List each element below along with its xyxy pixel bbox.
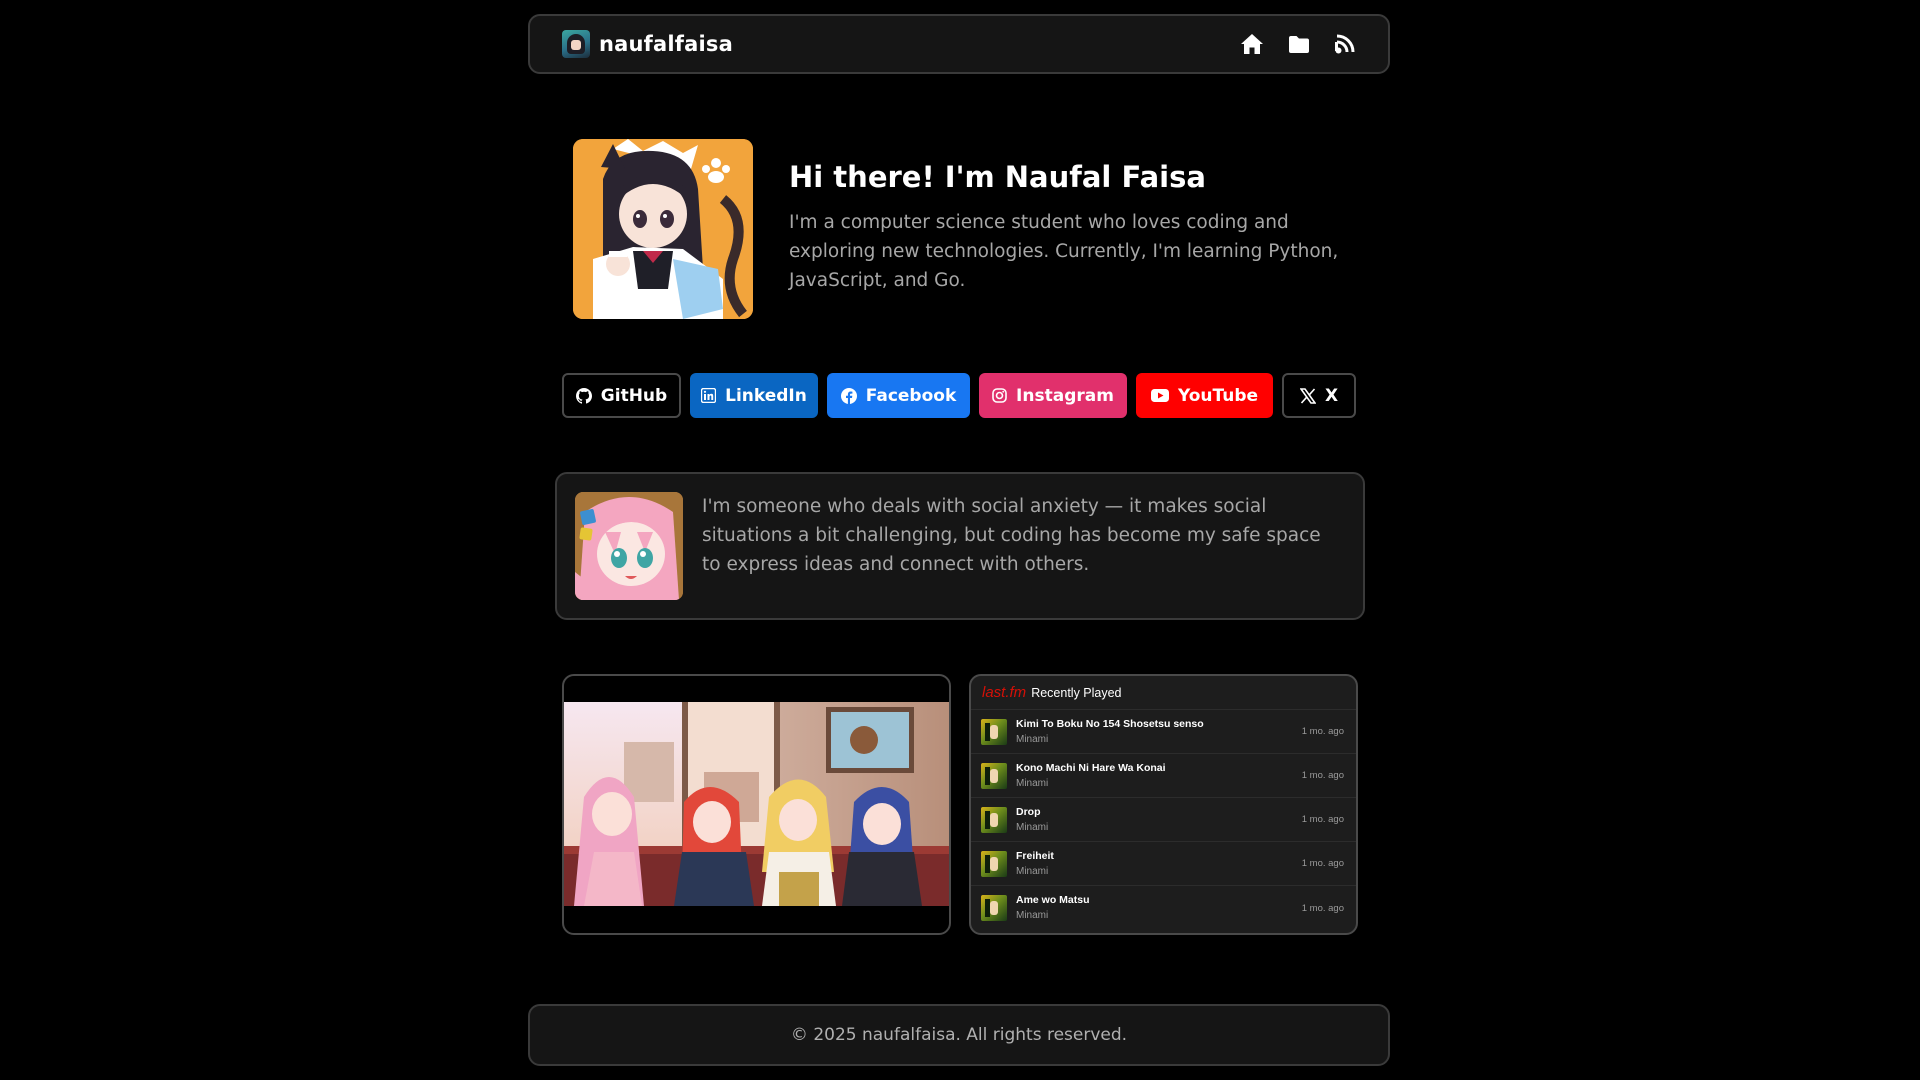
github-label: GitHub <box>600 385 668 406</box>
track-row[interactable]: Ame wo Matsu Minami 1 mo. ago <box>971 886 1356 930</box>
github-icon <box>575 387 592 404</box>
album-art <box>981 806 1007 833</box>
brand-name: naufalfaisa <box>599 32 733 56</box>
album-art <box>981 850 1007 877</box>
track-row[interactable]: Kono Machi Ni Hare Wa Konai Minami 1 mo.… <box>971 754 1356 798</box>
track-title: Drop <box>1016 805 1041 818</box>
lastfm-title: Recently Played <box>1031 685 1122 700</box>
navbar: naufalfaisa <box>528 14 1390 74</box>
linkedin-icon <box>701 388 717 403</box>
social-links: GitHub LinkedIn Facebook Instagram YouTu… <box>562 373 1356 418</box>
anime-scene-image <box>564 702 949 906</box>
instagram-label: Instagram <box>1016 385 1114 406</box>
track-artist: Minami <box>1016 910 1049 921</box>
x-label: X <box>1324 385 1339 406</box>
github-button[interactable]: GitHub <box>562 373 681 418</box>
track-artist: Minami <box>1016 865 1049 877</box>
track-title: Kimi To Boku No 154 Shosetsu senso <box>1016 717 1204 730</box>
brand-link[interactable]: naufalfaisa <box>562 30 733 58</box>
track-row[interactable]: Kimi To Boku No 154 Shosetsu senso Minam… <box>971 710 1356 754</box>
footer: © 2025 naufalfaisa. All rights reserved. <box>528 1004 1390 1066</box>
track-title: Ame wo Matsu <box>1016 894 1090 906</box>
linkedin-label: LinkedIn <box>725 385 807 406</box>
hero-description: I'm a computer science student who loves… <box>789 212 1339 291</box>
hero-title: Hi there! I'm Naufal Faisa <box>789 160 1206 194</box>
nav-icons <box>1240 33 1356 55</box>
facebook-icon <box>840 387 857 404</box>
home-icon[interactable] <box>1240 33 1264 55</box>
facebook-label: Facebook <box>865 385 957 406</box>
instagram-icon <box>992 388 1007 403</box>
track-artist: Minami <box>1016 821 1049 833</box>
lastfm-logo[interactable]: last.fm <box>982 684 1026 701</box>
youtube-label: YouTube <box>1177 385 1259 406</box>
about-avatar <box>575 492 683 600</box>
folder-icon[interactable] <box>1288 35 1310 54</box>
track-time: 1 mo. ago <box>1301 770 1344 781</box>
lastfm-header: last.fm Recently Played <box>971 676 1356 710</box>
x-icon <box>1299 387 1316 404</box>
track-title: Kono Machi Ni Hare Wa Konai <box>1016 761 1166 774</box>
about-card: I'm someone who deals with social anxiet… <box>555 472 1365 620</box>
album-art <box>981 895 1007 921</box>
track-row[interactable]: Drop Minami 1 mo. ago <box>971 798 1356 842</box>
track-artist: Minami <box>1016 733 1049 745</box>
track-title: Freiheit <box>1016 849 1054 862</box>
profile-avatar <box>573 139 753 319</box>
youtube-icon <box>1150 389 1169 402</box>
facebook-button[interactable]: Facebook <box>827 373 970 418</box>
lastfm-card: last.fm Recently Played Kimi To Boku No … <box>969 674 1358 935</box>
blog-icon[interactable] <box>1334 33 1356 55</box>
track-time: 1 mo. ago <box>1301 858 1344 869</box>
track-time: 1 mo. ago <box>1301 814 1344 825</box>
track-row[interactable]: Freiheit Minami 1 mo. ago <box>971 842 1356 886</box>
linkedin-button[interactable]: LinkedIn <box>690 373 818 418</box>
track-list: Kimi To Boku No 154 Shosetsu senso Minam… <box>971 710 1356 930</box>
about-text: I'm someone who deals with social anxiet… <box>702 496 1321 575</box>
instagram-button[interactable]: Instagram <box>979 373 1127 418</box>
video-card[interactable] <box>562 674 951 935</box>
album-art <box>981 718 1007 745</box>
track-artist: Minami <box>1016 777 1049 789</box>
copyright-text: © 2025 naufalfaisa. All rights reserved. <box>790 1025 1128 1045</box>
x-button[interactable]: X <box>1282 373 1356 418</box>
track-time: 1 mo. ago <box>1301 902 1344 914</box>
track-time: 1 mo. ago <box>1301 726 1344 737</box>
youtube-button[interactable]: YouTube <box>1136 373 1273 418</box>
album-art <box>981 762 1007 789</box>
brand-avatar <box>562 30 590 58</box>
